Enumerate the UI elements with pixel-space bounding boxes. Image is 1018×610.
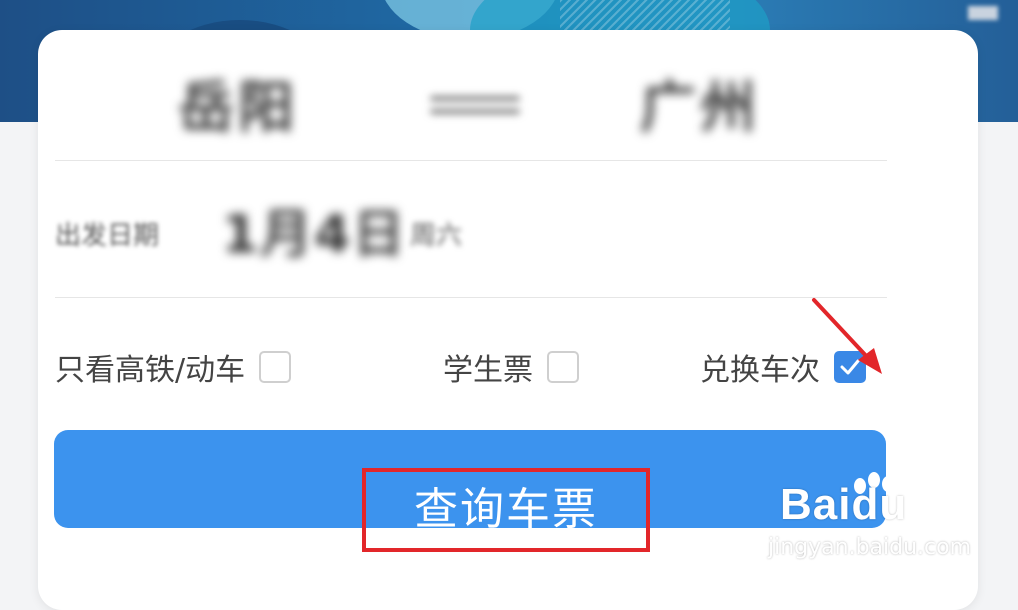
divider — [55, 160, 887, 161]
watermark-brand-2: du — [851, 480, 908, 529]
student-ticket-checkbox[interactable] — [547, 351, 579, 383]
option-label: 学生票 — [443, 353, 533, 388]
watermark-brand: Bai — [780, 480, 852, 529]
watermark-url: jingyan.baidu.com — [768, 535, 972, 560]
option-label: 只看高铁/动车 — [55, 353, 246, 388]
highlight-box — [362, 468, 650, 552]
date-label: 出发日期 — [55, 221, 160, 251]
departure-city[interactable]: 岳阳 — [178, 75, 298, 143]
option-student-ticket[interactable]: 学生票 — [443, 345, 579, 389]
option-high-speed-only[interactable]: 只看高铁/动车 — [55, 345, 292, 389]
blurred-corner-icon — [968, 6, 998, 20]
watermark-suffix: 经验 — [907, 488, 976, 528]
option-label: 兑换车次 — [700, 353, 820, 388]
divider — [55, 297, 887, 298]
annotation-arrow-icon — [812, 298, 882, 374]
weekday-label: 周六 — [410, 221, 463, 251]
high-speed-checkbox[interactable] — [259, 351, 292, 383]
baidu-watermark: Baidu经验 — [780, 480, 975, 530]
departure-date[interactable]: 1月4日 — [222, 192, 406, 267]
swap-arrows-icon[interactable] — [430, 88, 520, 128]
arrival-city[interactable]: 广州 — [640, 75, 760, 143]
